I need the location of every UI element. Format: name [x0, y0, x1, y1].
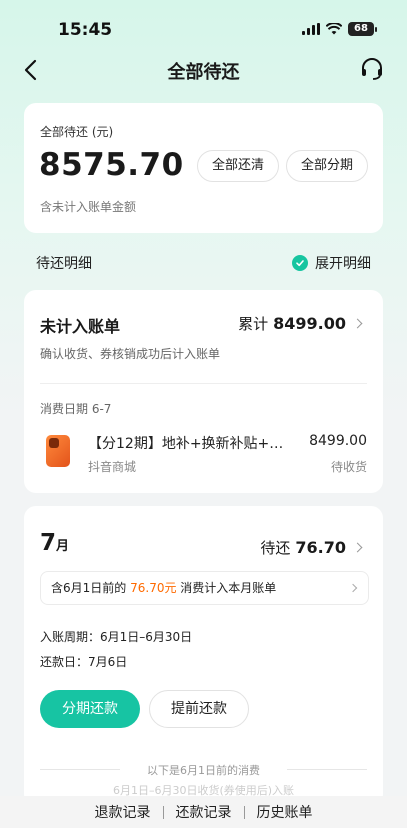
product-name[interactable]: 【分12期】地补+换新补贴+12期...	[88, 433, 288, 453]
unbilled-card: 未计入账单 累计 8499.00 确认收货、券核销成功后计入账单 消费日期 6-…	[24, 290, 383, 493]
pay-all-button[interactable]: 全部还清	[197, 150, 279, 182]
battery-level: 68	[348, 22, 374, 36]
nav-bar: 全部待还	[0, 50, 407, 90]
repayment-records-link[interactable]: 还款记录	[176, 802, 232, 822]
wifi-icon	[326, 23, 342, 35]
product-status: 待收货	[330, 460, 367, 474]
installment-repay-button[interactable]: 分期还款	[40, 690, 140, 728]
divider	[162, 805, 164, 819]
unbilled-title: 未计入账单	[40, 317, 121, 336]
expand-details-toggle[interactable]: 展开明细	[292, 253, 371, 273]
divider	[40, 383, 367, 384]
summary-card: 全部待还 (元) 8575.70 含未计入账单金额 全部还清 全部分期	[24, 103, 383, 233]
total-due-label: 全部待还 (元)	[40, 125, 114, 139]
unbilled-total-label: 累计	[238, 315, 269, 333]
unbilled-subtitle: 确认收货、券核销成功后计入账单	[40, 347, 221, 361]
product-store: 抖音商城	[88, 460, 137, 474]
history-bills-link[interactable]: 历史账单	[257, 802, 313, 822]
expand-details-label: 展开明细	[315, 256, 371, 272]
battery-icon: 68	[348, 22, 377, 36]
month-due-amount: 76.70	[295, 538, 346, 557]
status-icons: 68	[302, 22, 377, 36]
chevron-right-icon	[348, 583, 358, 593]
status-bar: 15:45 68	[0, 0, 407, 46]
customer-service-icon[interactable]	[359, 56, 385, 82]
month-bill-card: 7月 待还 76.70 含6月1日前的 76.70元 消费计入本月账单 入账周期…	[24, 506, 383, 806]
page-title: 全部待还	[167, 62, 240, 83]
chevron-right-icon	[352, 318, 363, 329]
billing-period: 入账周期：6月1日–6月30日	[40, 630, 193, 644]
check-icon	[292, 255, 308, 271]
consume-date: 消费日期 6-7	[40, 402, 112, 416]
bottom-links-bar: 退款记录 还款记录 历史账单	[0, 796, 407, 828]
chevron-right-icon	[352, 542, 363, 553]
unbilled-total-amount: 8499.00	[273, 314, 346, 333]
product-price: 8499.00	[309, 433, 367, 449]
divider	[243, 805, 245, 819]
notice-suffix: 消费计入本月账单	[180, 581, 277, 595]
month-due-link[interactable]: 待还 76.70	[260, 537, 363, 558]
bill-notice[interactable]: 含6月1日前的 76.70元 消费计入本月账单	[40, 571, 369, 605]
refund-records-link[interactable]: 退款记录	[95, 802, 151, 822]
notice-amount: 76.70元	[130, 581, 177, 595]
total-due-note: 含未计入账单金额	[40, 200, 137, 214]
month-unit: 月	[56, 539, 70, 554]
earlier-consumption-separator: 以下是6月1日前的消费	[147, 764, 260, 777]
month-title: 7月	[40, 530, 69, 556]
total-due-amount: 8575.70	[39, 147, 184, 183]
month-due-label: 待还	[260, 539, 291, 557]
prepay-button[interactable]: 提前还款	[149, 690, 249, 728]
status-time: 15:45	[58, 20, 113, 40]
installment-all-button[interactable]: 全部分期	[286, 150, 368, 182]
signal-icon	[302, 23, 320, 35]
unbilled-total-link[interactable]: 累计 8499.00	[238, 313, 363, 334]
product-thumbnail[interactable]	[46, 435, 70, 467]
month-number: 7	[40, 530, 57, 556]
details-header-title: 待还明细	[36, 256, 92, 272]
due-day: 还款日：7月6日	[40, 655, 128, 669]
notice-prefix: 含6月1日前的	[51, 581, 127, 595]
